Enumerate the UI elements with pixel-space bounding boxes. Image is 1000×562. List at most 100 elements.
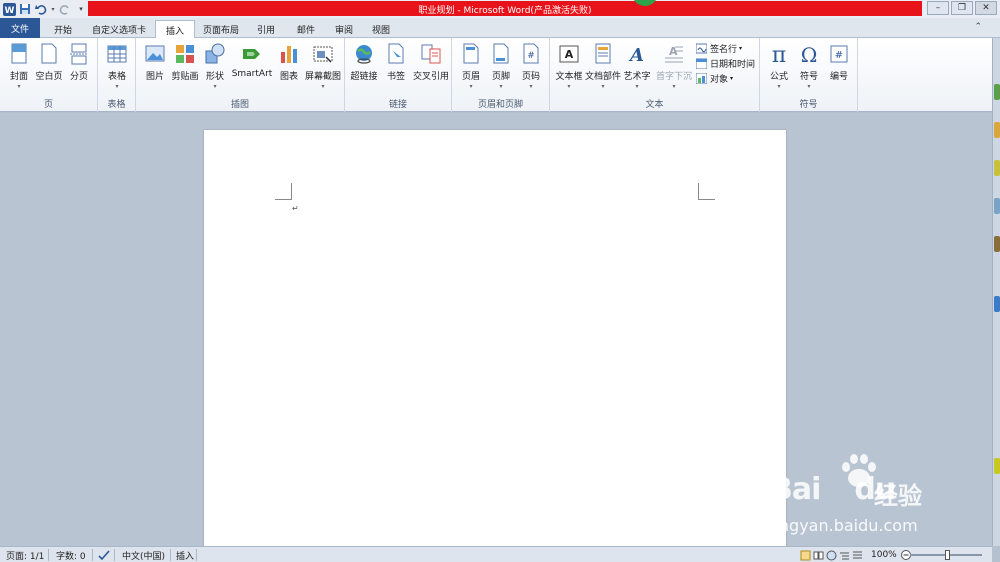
full-screen-view-icon[interactable] (813, 549, 824, 561)
zoom-level[interactable]: 100% (871, 549, 897, 561)
window-controls: – ❐ ✕ (927, 1, 997, 15)
page-break-button[interactable]: 分页 (62, 41, 96, 93)
restore-button[interactable]: ❐ (951, 1, 973, 15)
tab-page-layout[interactable]: 页面布局 (193, 20, 249, 38)
group-label-text: 文本 (645, 100, 664, 110)
shapes-button[interactable]: 形状 ▾ (198, 41, 232, 93)
undo-dropdown-icon[interactable]: ▾ (50, 2, 56, 16)
hyperlink-button[interactable]: 超链接 (347, 41, 381, 93)
svg-text:Ω: Ω (801, 43, 818, 65)
document-page[interactable]: ↵ (204, 130, 786, 546)
dropdown-arrow-icon: ▾ (807, 83, 811, 90)
signature-line-button[interactable]: 签名行 ▾ (696, 42, 742, 55)
web-layout-view-icon[interactable] (826, 549, 837, 561)
clipart-button[interactable]: 剪贴画 (168, 41, 202, 93)
ribbon: 封面 ▾ 空白页 分页 页 表格 ▾ 表格 图片 剪贴画 形状 ▾ SmartA… (0, 38, 992, 112)
wordart-button[interactable]: A 艺术字 ▾ (620, 41, 654, 93)
quick-parts-button[interactable]: 文档部件 ▾ (585, 41, 621, 93)
cross-reference-icon (421, 44, 441, 64)
insert-mode[interactable]: 插入 (176, 549, 194, 562)
group-tables: 表格 ▾ 表格 (98, 38, 136, 112)
number-icon: # (830, 45, 848, 63)
cover-page-button[interactable]: 封面 ▾ (2, 41, 36, 93)
drop-cap-button[interactable]: A 首字下沉 ▾ (656, 41, 692, 93)
chart-button[interactable]: 图表 (272, 41, 306, 93)
svg-text:#: # (835, 50, 843, 61)
zoom-slider-thumb[interactable] (945, 550, 950, 560)
drop-cap-icon: A (665, 45, 683, 63)
group-links: 超链接 书签 交叉引用 链接 (345, 38, 452, 112)
screenshot-icon (313, 46, 333, 63)
clipart-icon (176, 45, 194, 63)
page-number-button[interactable]: # 页码 ▾ (514, 41, 548, 93)
dropdown-arrow-icon: ▾ (777, 83, 781, 90)
wordart-icon: A (628, 45, 644, 65)
textbox-icon: A (559, 45, 579, 63)
divider (170, 549, 171, 561)
tab-references[interactable]: 引用 (247, 20, 285, 38)
tab-mailings[interactable]: 邮件 (287, 20, 325, 38)
quick-access-toolbar: W ▾ ▾ (2, 2, 90, 16)
date-time-button[interactable]: 日期和时间 (696, 57, 755, 70)
tab-home[interactable]: 开始 (44, 20, 82, 38)
print-layout-view-icon[interactable] (800, 549, 811, 561)
undo-icon[interactable] (34, 2, 48, 16)
blank-page-button[interactable]: 空白页 (32, 41, 66, 93)
paragraph-mark: ↵ (292, 204, 299, 213)
save-icon[interactable] (18, 2, 32, 16)
right-scrollbar[interactable] (992, 38, 1000, 546)
minimize-button[interactable]: – (927, 1, 949, 15)
object-button[interactable]: 对象 ▾ (696, 72, 733, 85)
title-bar: W ▾ ▾ 职业规划 - Microsoft Word(产品激活失败) – ❐ … (0, 0, 1000, 18)
screenshot-button[interactable]: 屏幕截图 ▾ (304, 41, 342, 93)
tab-file[interactable]: 文件 (0, 18, 40, 38)
picture-button[interactable]: 图片 (138, 41, 172, 93)
page-number-icon: # (523, 43, 539, 64)
svg-text:π: π (772, 43, 786, 65)
word-app-icon[interactable]: W (2, 2, 16, 16)
equation-button[interactable]: π 公式 ▾ (762, 41, 796, 93)
dropdown-arrow-icon: ▾ (115, 83, 119, 90)
cross-reference-button[interactable]: 交叉引用 (413, 41, 449, 93)
dropdown-arrow-icon: ▾ (17, 83, 21, 90)
group-label-pages: 页 (43, 100, 53, 110)
outline-view-icon[interactable] (839, 549, 850, 561)
omega-symbol-icon: Ω (801, 43, 818, 65)
table-button[interactable]: 表格 ▾ (100, 41, 134, 93)
bookmark-icon (388, 43, 404, 64)
tab-review[interactable]: 审阅 (325, 20, 363, 38)
hyperlink-globe-icon (356, 45, 372, 64)
watermark-cn: 经验 (874, 482, 922, 510)
proofing-icon[interactable] (98, 549, 110, 561)
side-app-icon (994, 160, 1000, 176)
group-label-symbols: 符号 (799, 100, 818, 110)
group-label-links: 链接 (388, 100, 407, 110)
bookmark-button[interactable]: 书签 (379, 41, 413, 93)
redo-icon[interactable] (58, 2, 72, 16)
footer-icon (493, 43, 509, 64)
group-text: A 文本框 ▾ 文档部件 ▾ A 艺术字 ▾ A 首字下沉 ▾ 签名行 ▾ 日期… (550, 38, 760, 112)
draft-view-icon[interactable] (852, 549, 863, 561)
tab-view[interactable]: 视图 (362, 20, 400, 38)
header-button[interactable]: 页眉 ▾ (454, 41, 488, 93)
watermark-url: jingyan.baidu.com (770, 516, 918, 535)
smartart-button[interactable]: SmartArt (232, 41, 272, 93)
calendar-icon (696, 58, 707, 69)
dropdown-arrow-icon: ▾ (499, 83, 503, 90)
number-button[interactable]: # 编号 (822, 41, 856, 93)
page-count[interactable]: 页面: 1/1 (6, 549, 44, 562)
textbox-button[interactable]: A 文本框 ▾ (552, 41, 586, 93)
customize-qat-icon[interactable]: ▾ (74, 2, 88, 16)
footer-button[interactable]: 页脚 ▾ (484, 41, 518, 93)
language-indicator[interactable]: 中文(中国) (122, 549, 165, 562)
tab-custom[interactable]: 自定义选项卡 (82, 20, 156, 38)
page-break-icon (70, 43, 88, 65)
dropdown-arrow-icon: ▾ (529, 83, 533, 90)
ribbon-collapse-icon[interactable]: ⌃ (974, 22, 982, 32)
tab-insert[interactable]: 插入 (155, 20, 196, 39)
picture-icon (145, 45, 165, 62)
word-count[interactable]: 字数: 0 (56, 549, 86, 562)
close-button[interactable]: ✕ (975, 1, 997, 15)
margin-corner-top-right (698, 183, 715, 200)
symbol-button[interactable]: Ω 符号 ▾ (792, 41, 826, 93)
